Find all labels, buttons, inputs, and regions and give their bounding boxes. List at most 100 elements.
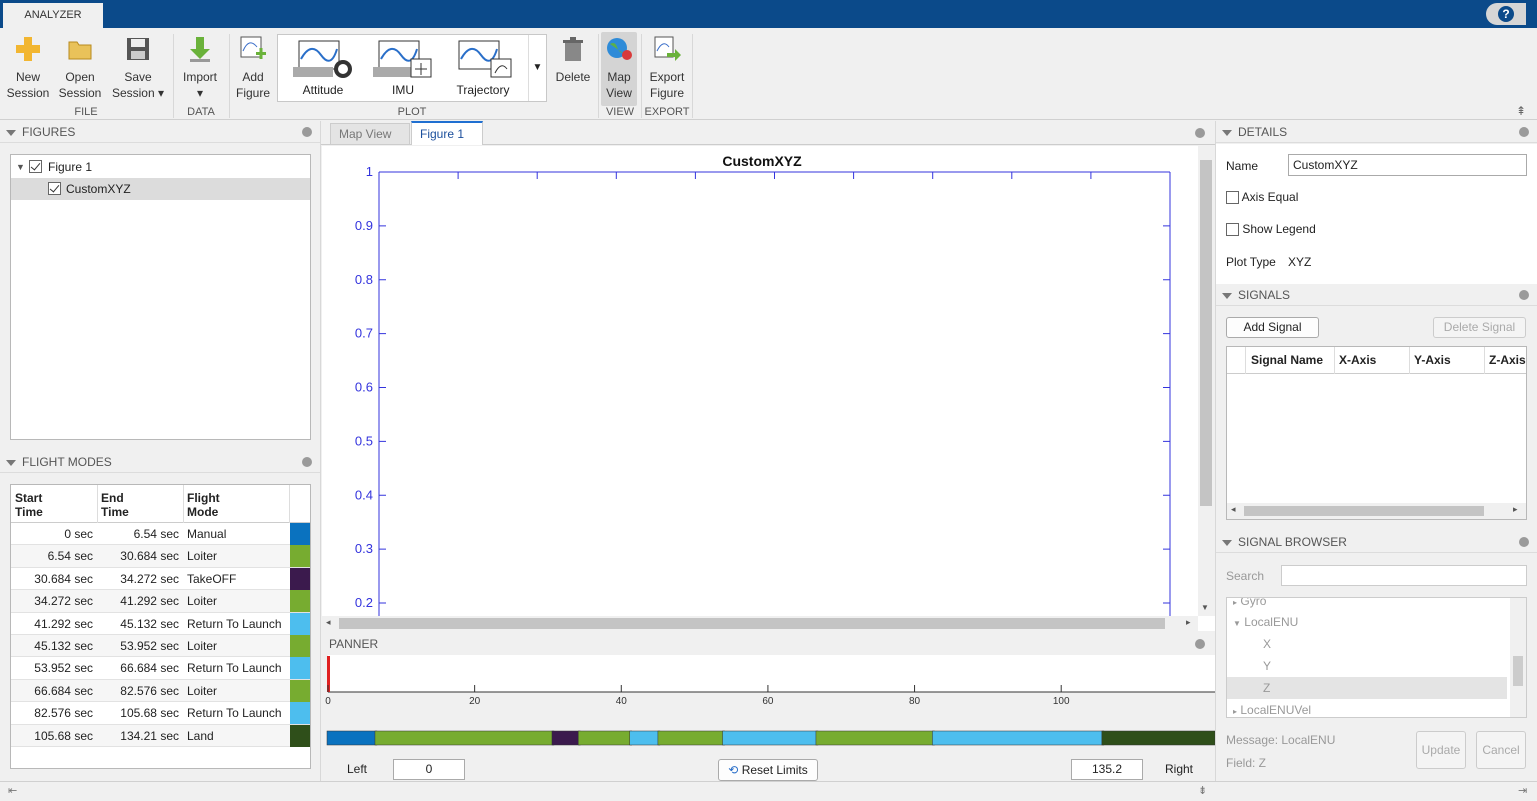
panel-options-icon[interactable] [1519,290,1529,300]
collapse-icon[interactable] [1222,129,1232,136]
table-row[interactable]: 53.952 sec 66.684 sec Return To Launch [11,657,310,680]
table-row[interactable]: 105.68 sec 134.21 sec Land [11,724,310,747]
name-input[interactable]: CustomXYZ [1288,154,1527,176]
scroll-right-icon[interactable]: ▸ [1513,504,1518,515]
delete-signal-button[interactable]: Delete Signal [1433,317,1526,338]
group-separator [229,34,230,118]
collapse-icon[interactable] [6,129,16,136]
save-session-button[interactable]: Save Session ▾ [108,32,168,101]
panner-tick-label: 80 [909,696,921,707]
vertical-scrollbar[interactable] [1510,598,1526,717]
tree-node-y[interactable]: Y [1263,656,1271,676]
vertical-scrollbar[interactable]: ▼ [1198,146,1215,616]
collapse-toolstrip-icon[interactable]: ⇞ [1516,104,1526,118]
tree-node-figure[interactable]: ▼ Figure 1 [11,157,310,177]
signals-header: SIGNALS [1216,284,1537,306]
scroll-left-icon[interactable]: ◂ [326,617,331,628]
delete-button[interactable]: Delete [552,32,594,85]
column-signal-name[interactable]: Signal Name [1251,347,1323,374]
gallery-expand-icon[interactable]: ▼ [528,35,546,101]
collapse-icon[interactable] [1222,539,1232,546]
customxyz-checkbox[interactable] [48,182,61,195]
panel-options-icon[interactable] [302,127,312,137]
scrollbar-thumb[interactable] [1513,656,1523,686]
add-signal-button[interactable]: Add Signal [1226,317,1319,338]
collapse-left-icon[interactable]: ⇤ [8,784,17,797]
table-row[interactable]: 6.54 sec 30.684 sec Loiter [11,545,310,568]
search-input[interactable] [1281,565,1527,586]
table-row[interactable]: 82.576 sec 105.68 sec Return To Launch [11,702,310,725]
signal-browser-title: SIGNAL BROWSER [1238,535,1347,549]
axis-equal-row[interactable]: Axis Equal [1226,190,1298,205]
collapse-icon[interactable] [1222,292,1232,299]
panel-options-icon[interactable] [302,457,312,467]
import-button[interactable]: Import ▾ [176,32,224,101]
tree-node-gyro[interactable]: ▸ Gyro [1233,598,1266,611]
horizontal-scrollbar[interactable]: ◂ ▸ [1227,503,1526,519]
tab-figure-1[interactable]: Figure 1 [411,121,483,145]
flight-mode-segment [1101,730,1215,746]
scrollbar-thumb[interactable] [1244,506,1484,516]
table-row[interactable]: 66.684 sec 82.576 sec Loiter [11,679,310,703]
signal-browser-header: SIGNAL BROWSER [1216,531,1537,553]
horizontal-scrollbar[interactable]: ◂ ▸ [322,616,1198,631]
column-header[interactable]: Flight Mode [187,491,220,519]
chart-axes[interactable]: 1 0.9 0.8 0.7 0.6 0.5 0.4 0.3 0.2 [322,146,1197,616]
expand-down-icon[interactable]: ▼ [16,157,25,177]
column-header[interactable]: End Time [101,491,129,519]
column-header[interactable]: Start Time [15,491,43,519]
scroll-down-icon[interactable]: ▼ [1201,603,1209,612]
axis-equal-checkbox[interactable] [1226,191,1239,205]
right-limit-input[interactable]: 135.2 [1071,759,1143,780]
figure-checkbox[interactable] [29,160,42,173]
tab-analyzer[interactable]: ANALYZER [3,3,103,28]
gallery-item-trajectory[interactable]: Trajectory [444,35,522,101]
table-row[interactable]: 0 sec 6.54 sec Manual [11,523,310,546]
toolstrip: New Session Open Session Save Session ▾ … [0,28,1537,120]
plot-type-value: XYZ [1288,255,1312,269]
gallery-item-attitude[interactable]: Attitude [284,35,362,101]
field-text: Field: Z [1226,756,1267,770]
left-limit-input[interactable]: 0 [393,759,465,780]
scroll-right-icon[interactable]: ▸ [1186,617,1191,628]
panner-axes[interactable]: 0 20 40 60 80 100 [321,655,1215,755]
table-row[interactable]: 30.684 sec 34.272 sec TakeOFF [11,567,310,591]
table-row[interactable]: 45.132 sec 53.952 sec Loiter [11,634,310,658]
scrollbar-thumb[interactable] [339,618,1165,629]
tree-node-z[interactable]: Z [1227,677,1507,699]
cancel-button[interactable]: Cancel [1476,731,1526,769]
tree-node-localenuvel[interactable]: ▸ LocalENUVel [1233,700,1311,717]
collapse-bottom-icon[interactable]: ⇟ [1198,784,1207,797]
column-divider [183,485,184,523]
show-legend-row[interactable]: Show Legend [1226,222,1316,237]
new-session-button[interactable]: New Session [4,32,52,101]
map-view-button[interactable]: Map View [601,32,637,106]
column-z-axis[interactable]: Z-Axis [1489,347,1526,374]
column-y-axis[interactable]: Y-Axis [1414,347,1451,374]
panel-options-icon[interactable] [1519,537,1529,547]
collapse-icon[interactable] [6,459,16,466]
add-figure-button[interactable]: Add Figure [232,32,274,101]
tree-node-localenu[interactable]: ▼ LocalENU [1233,612,1298,632]
table-row[interactable]: 41.292 sec 45.132 sec Return To Launch [11,612,310,635]
table-row[interactable]: 34.272 sec 41.292 sec Loiter [11,590,310,613]
panel-options-icon[interactable] [1195,639,1205,649]
tree-node-x[interactable]: X [1263,634,1271,654]
reset-limits-button[interactable]: ⟲ Reset Limits [718,759,818,781]
collapse-right-icon[interactable]: ⇥ [1518,784,1527,797]
scroll-left-icon[interactable]: ◂ [1231,504,1236,515]
tab-map-view[interactable]: Map View [330,123,410,145]
help-button[interactable]: ? [1486,3,1526,25]
scrollbar-thumb[interactable] [1200,160,1212,506]
panel-options-icon[interactable] [1195,128,1205,138]
open-session-button[interactable]: Open Session [56,32,104,101]
export-figure-button[interactable]: Export Figure [644,32,690,101]
column-x-axis[interactable]: X-Axis [1339,347,1376,374]
update-button[interactable]: Update [1416,731,1466,769]
right-limit-label: Right [1165,762,1194,776]
tree-node-customxyz[interactable]: CustomXYZ [11,178,310,200]
flight-mode-segment [932,730,1105,746]
gallery-item-imu[interactable]: IMU [364,35,442,101]
panel-options-icon[interactable] [1519,127,1529,137]
show-legend-checkbox[interactable] [1226,223,1239,237]
